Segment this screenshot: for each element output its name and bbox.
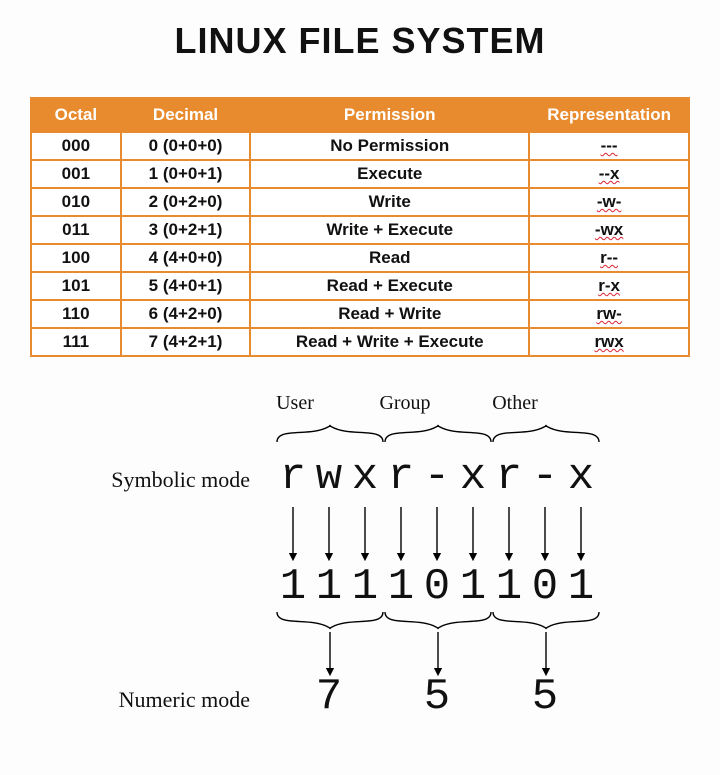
permissions-table: Octal Decimal Permission Representation … <box>30 97 690 357</box>
binary-char: 1 <box>311 562 347 612</box>
cell-octal: 010 <box>31 188 121 216</box>
binary-char: 1 <box>491 562 527 612</box>
cell-decimal: 6 (4+2+0) <box>121 300 251 328</box>
cell-octal: 110 <box>31 300 121 328</box>
group-label-group: Group <box>350 392 460 415</box>
cell-octal: 001 <box>31 160 121 188</box>
symbolic-char: r <box>383 452 419 502</box>
th-representation: Representation <box>529 98 689 132</box>
binary-char: 0 <box>419 562 455 612</box>
cell-decimal: 2 (0+2+0) <box>121 188 251 216</box>
mode-diagram: User Group Other Symbolic mode Numeric m… <box>80 392 640 732</box>
cell-permission: Read + Write <box>250 300 529 328</box>
symbolic-row: rwxr-xr-x <box>275 452 599 502</box>
page-title: LINUX FILE SYSTEM <box>0 20 720 62</box>
cell-permission: Execute <box>250 160 529 188</box>
binary-char: 0 <box>527 562 563 612</box>
binary-char: 1 <box>275 562 311 612</box>
cell-permission: Write + Execute <box>250 216 529 244</box>
side-label-symbolic: Symbolic mode <box>80 467 250 493</box>
numeric-char: 5 <box>491 672 599 722</box>
cell-representation: r-x <box>529 272 689 300</box>
cell-decimal: 3 (0+2+1) <box>121 216 251 244</box>
table-row: 001 1 (0+0+1) Execute --x <box>31 160 689 188</box>
arrows-binary-to-numeric <box>330 632 546 672</box>
cell-decimal: 1 (0+0+1) <box>121 160 251 188</box>
numeric-char: 7 <box>275 672 383 722</box>
cell-representation: -wx <box>529 216 689 244</box>
numeric-char: 5 <box>383 672 491 722</box>
binary-char: 1 <box>455 562 491 612</box>
group-label-other: Other <box>460 392 570 415</box>
cell-representation: r-- <box>529 244 689 272</box>
cell-permission: Write <box>250 188 529 216</box>
cell-octal: 101 <box>31 272 121 300</box>
cell-representation: --x <box>529 160 689 188</box>
cell-representation: rwx <box>529 328 689 356</box>
symbolic-char: - <box>419 452 455 502</box>
table-row: 111 7 (4+2+1) Read + Write + Execute rwx <box>31 328 689 356</box>
group-label-user: User <box>240 392 350 415</box>
page: LINUX FILE SYSTEM Octal Decimal Permissi… <box>0 0 720 762</box>
cell-representation: -w- <box>529 188 689 216</box>
cell-octal: 000 <box>31 132 121 160</box>
cell-representation: --- <box>529 132 689 160</box>
binary-char: 1 <box>383 562 419 612</box>
symbolic-char: r <box>275 452 311 502</box>
symbolic-char: x <box>563 452 599 502</box>
cell-representation: rw- <box>529 300 689 328</box>
side-label-numeric: Numeric mode <box>80 687 250 713</box>
table-header-row: Octal Decimal Permission Representation <box>31 98 689 132</box>
cell-decimal: 0 (0+0+0) <box>121 132 251 160</box>
cell-decimal: 4 (4+0+0) <box>121 244 251 272</box>
cell-permission: Read <box>250 244 529 272</box>
arrows-symbolic-to-binary <box>293 507 581 557</box>
symbolic-char: x <box>455 452 491 502</box>
cell-permission: Read + Execute <box>250 272 529 300</box>
table-row: 011 3 (0+2+1) Write + Execute -wx <box>31 216 689 244</box>
cell-octal: 011 <box>31 216 121 244</box>
binary-row: 111101101 <box>275 562 599 612</box>
table-body: 000 0 (0+0+0) No Permission --- 001 1 (0… <box>31 132 689 356</box>
symbolic-char: x <box>347 452 383 502</box>
cell-octal: 100 <box>31 244 121 272</box>
binary-char: 1 <box>563 562 599 612</box>
numeric-row: 755 <box>275 672 599 722</box>
cell-permission: No Permission <box>250 132 529 160</box>
symbolic-char: - <box>527 452 563 502</box>
th-permission: Permission <box>250 98 529 132</box>
th-octal: Octal <box>31 98 121 132</box>
cell-decimal: 7 (4+2+1) <box>121 328 251 356</box>
symbolic-char: r <box>491 452 527 502</box>
table-row: 010 2 (0+2+0) Write -w- <box>31 188 689 216</box>
cell-decimal: 5 (4+0+1) <box>121 272 251 300</box>
cell-permission: Read + Write + Execute <box>250 328 529 356</box>
symbolic-char: w <box>311 452 347 502</box>
table-row: 000 0 (0+0+0) No Permission --- <box>31 132 689 160</box>
table-row: 100 4 (4+0+0) Read r-- <box>31 244 689 272</box>
binary-char: 1 <box>347 562 383 612</box>
table-row: 110 6 (4+2+0) Read + Write rw- <box>31 300 689 328</box>
th-decimal: Decimal <box>121 98 251 132</box>
table-row: 101 5 (4+0+1) Read + Execute r-x <box>31 272 689 300</box>
cell-octal: 111 <box>31 328 121 356</box>
